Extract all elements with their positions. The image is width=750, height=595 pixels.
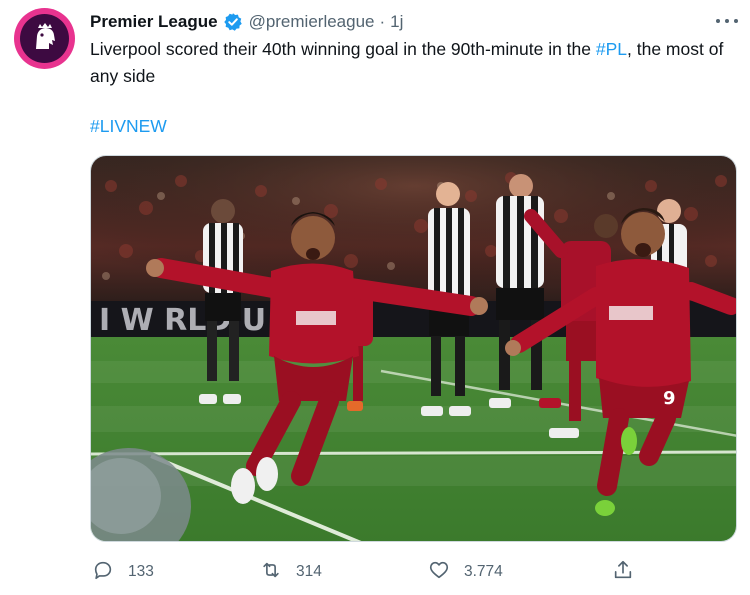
retweet-button[interactable]: 314 (260, 560, 322, 584)
share-icon (612, 559, 634, 586)
hashtag-livnew-link[interactable]: #LIVNEW (90, 115, 167, 137)
more-dot (725, 19, 729, 23)
shirt-number: 9 (663, 388, 676, 409)
verified-badge-icon (223, 12, 243, 32)
retweet-count: 314 (296, 563, 322, 580)
avatar[interactable] (14, 8, 75, 69)
retweet-icon (260, 559, 282, 586)
reply-icon (92, 559, 114, 586)
timestamp[interactable]: 1j (390, 12, 403, 32)
more-dot (716, 19, 720, 23)
premier-league-lion-icon (20, 14, 69, 63)
separator-dot: · (379, 12, 386, 31)
account-handle[interactable]: @premierleague (249, 12, 375, 32)
tweet-photo[interactable]: I W RLD U I L (90, 155, 737, 542)
tweet-header: Premier League @premierleague · 1j (90, 11, 403, 33)
share-button[interactable] (612, 560, 634, 584)
like-button[interactable]: 3.774 (428, 560, 503, 584)
reply-button[interactable]: 133 (92, 560, 154, 584)
hashtag-pl-link[interactable]: #PL (596, 39, 627, 59)
account-name[interactable]: Premier League (90, 12, 218, 32)
like-icon (428, 559, 450, 586)
reply-count: 133 (128, 563, 154, 580)
more-dot (734, 19, 738, 23)
tweet-text: Liverpool scored their 40th winning goal… (90, 36, 735, 90)
like-count: 3.774 (464, 563, 503, 580)
more-icon[interactable] (716, 12, 738, 30)
tweet-actions: 133 314 3.774 (0, 560, 750, 584)
tweet-text-part: Liverpool scored their 40th winning goal… (90, 39, 596, 59)
